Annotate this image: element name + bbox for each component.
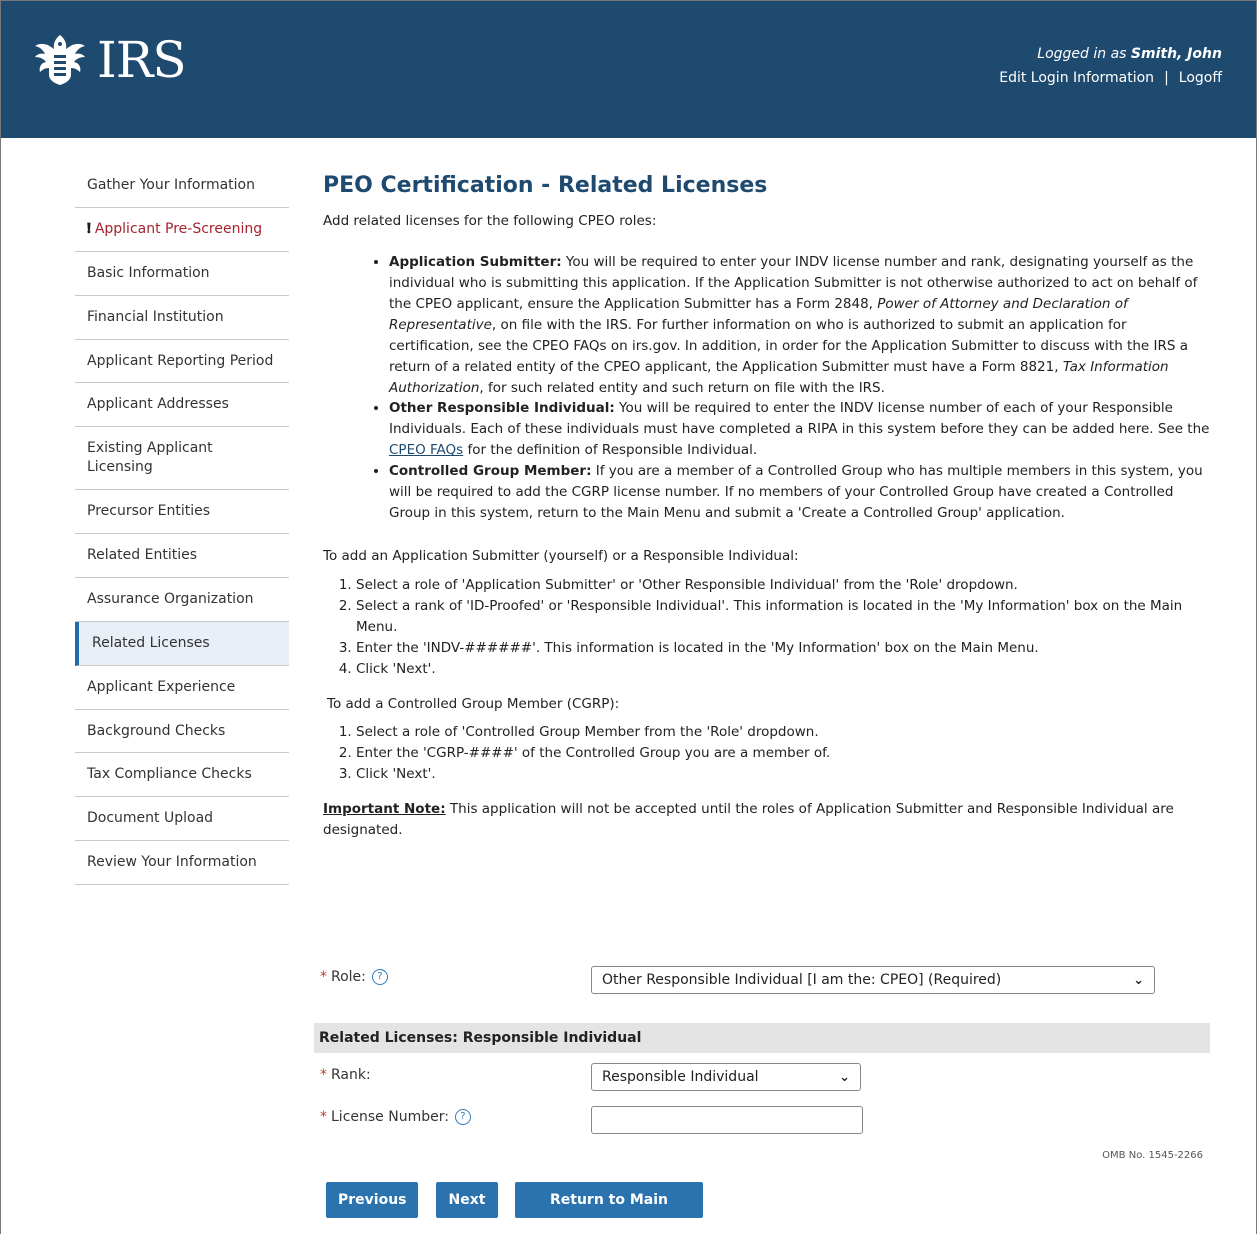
next-button[interactable]: Next <box>436 1182 498 1218</box>
step-item: Enter the 'CGRP-####' of the Controlled … <box>356 743 1213 764</box>
step-item: Click 'Next'. <box>356 659 1213 680</box>
note-text: This application will not be accepted un… <box>323 801 1174 839</box>
rank-select[interactable]: Responsible Individual ⌄ <box>591 1063 861 1091</box>
step-item: Select a rank of 'ID-Proofed' or 'Respon… <box>356 596 1213 638</box>
cpeo-faqs-link[interactable]: CPEO FAQs <box>389 442 463 458</box>
related-licenses-section-header: Related Licenses: Responsible Individual <box>314 1023 1210 1053</box>
sidebar-item-applicant-addresses[interactable]: Applicant Addresses <box>75 383 289 428</box>
role-text: for the definition of Responsible Indivi… <box>463 442 758 459</box>
page-frame: IRS Logged in as Smith, John Edit Login … <box>0 0 1257 1234</box>
irs-logo[interactable]: IRS <box>31 31 187 89</box>
roles-list: Application Submitter: You will be requi… <box>323 252 1213 524</box>
logo-text: IRS <box>97 31 187 89</box>
logged-in-line: Logged in as Smith, John <box>999 46 1222 62</box>
sidebar-item-related-entities[interactable]: Related Entities <box>75 534 289 578</box>
sidebar-item-assurance-organization[interactable]: Assurance Organization <box>75 578 289 622</box>
rank-field-label: * Rank: <box>320 1067 371 1083</box>
step-item: Select a role of 'Application Submitter'… <box>356 575 1213 596</box>
role-text: , for such related entity and such retur… <box>479 379 885 396</box>
sidebar-item-label: Related Licenses <box>92 634 210 651</box>
license-number-field-label: * License Number:? <box>320 1109 471 1125</box>
license-number-input[interactable] <box>591 1106 863 1134</box>
chevron-down-icon: ⌄ <box>1133 972 1144 988</box>
role-application-submitter: Application Submitter: You will be requi… <box>389 252 1213 398</box>
site-header: IRS Logged in as Smith, John Edit Login … <box>1 1 1256 138</box>
sidebar-item-label: Tax Compliance Checks <box>87 766 252 783</box>
sidebar-item-label: Precursor Entities <box>87 503 211 520</box>
intro-text: Add related licenses for the following C… <box>323 213 657 230</box>
sidebar-item-label: Basic Information <box>87 264 210 281</box>
rank-select-value: Responsible Individual <box>602 1069 759 1085</box>
required-marker: * <box>320 1067 327 1083</box>
role-select-value: Other Responsible Individual [I am the: … <box>602 972 1002 988</box>
sidebar-item-applicant-reporting-period[interactable]: Applicant Reporting Period <box>75 340 289 384</box>
role-label: Role: <box>331 969 366 985</box>
step-item: Select a role of 'Controlled Group Membe… <box>356 722 1213 743</box>
sidebar-item-label: Review Your Information <box>87 854 257 871</box>
add-cgm-heading: To add a Controlled Group Member (CGRP): <box>327 695 620 712</box>
sidebar-item-applicant-pre-screening[interactable]: ❗︎ Applicant Pre-Screening <box>75 208 289 252</box>
role-select[interactable]: Other Responsible Individual [I am the: … <box>591 966 1155 994</box>
rank-label: Rank: <box>331 1067 371 1083</box>
required-marker: * <box>320 969 327 985</box>
omb-number: OMB No. 1545-2266 <box>1102 1150 1203 1161</box>
sidebar-item-label: Related Entities <box>87 547 198 564</box>
logged-in-name: Smith, John <box>1130 46 1222 62</box>
sidebar-item-label: Document Upload <box>87 810 214 827</box>
role-label: Controlled Group Member: <box>389 463 592 480</box>
license-number-label: License Number: <box>331 1109 449 1125</box>
main-content: PEO Certification - Related Licenses Add… <box>323 169 1213 841</box>
sidebar-nav: Gather Your Information ❗︎ Applicant Pre-… <box>75 164 289 886</box>
sidebar-item-tax-compliance-checks[interactable]: Tax Compliance Checks <box>75 753 289 798</box>
sidebar-item-background-checks[interactable]: Background Checks <box>75 710 289 754</box>
add-submitter-heading: To add an Application Submitter (yoursel… <box>323 548 799 564</box>
sidebar-item-existing-applicant-licensing[interactable]: Existing Applicant Licensing <box>75 427 289 491</box>
sidebar-item-precursor-entities[interactable]: Precursor Entities <box>75 490 289 535</box>
logoff-link[interactable]: Logoff <box>1179 70 1222 86</box>
exclamation-circle-icon: ❗︎ <box>87 220 91 237</box>
sidebar-item-label: Applicant Addresses <box>87 396 229 413</box>
cgm-steps-list: Select a role of 'Controlled Group Membe… <box>323 722 1213 785</box>
eagle-icon <box>35 35 85 85</box>
edit-login-link[interactable]: Edit Login Information <box>999 70 1154 86</box>
logged-in-prefix: Logged in as <box>1037 46 1131 62</box>
sidebar-item-review-your-information[interactable]: Review Your Information <box>75 841 289 886</box>
sidebar-item-basic-information[interactable]: Basic Information <box>75 252 289 296</box>
sidebar-item-document-upload[interactable]: Document Upload <box>75 797 289 842</box>
sidebar-item-label: Existing Applicant Licensing <box>87 440 213 476</box>
step-item: Click 'Next'. <box>356 764 1213 785</box>
sidebar-item-financial-institution[interactable]: Financial Institution <box>75 296 289 340</box>
sidebar-item-related-licenses[interactable]: Related Licenses <box>75 621 289 666</box>
account-links: Edit Login Information | Logoff <box>999 70 1222 86</box>
sidebar-item-label: Financial Institution <box>87 308 224 325</box>
page-title: PEO Certification - Related Licenses <box>323 173 768 198</box>
help-icon[interactable]: ? <box>371 969 388 985</box>
user-info: Logged in as Smith, John Edit Login Info… <box>999 46 1222 86</box>
return-main-menu-button[interactable]: Return to Main Menu <box>515 1182 703 1234</box>
important-note: Important Note: This application will no… <box>323 799 1213 841</box>
sidebar-item-label: Gather Your Information <box>87 177 255 193</box>
help-icon[interactable]: ? <box>454 1109 471 1125</box>
chevron-down-icon: ⌄ <box>839 1069 850 1085</box>
sidebar-item-label: Applicant Pre-Screening <box>94 220 263 237</box>
role-label: Application Submitter: <box>389 254 562 271</box>
sidebar-item-label: Applicant Experience <box>87 678 236 695</box>
submitter-steps-list: Select a role of 'Application Submitter'… <box>323 575 1213 680</box>
role-field-label: * Role:? <box>320 969 388 985</box>
required-marker: * <box>320 1109 327 1125</box>
role-controlled-group-member: Controlled Group Member: If you are a me… <box>389 461 1213 524</box>
role-label: Other Responsible Individual: <box>389 400 615 417</box>
role-other-responsible-individual: Other Responsible Individual: You will b… <box>389 398 1213 461</box>
sidebar-item-label: Assurance Organization <box>87 590 254 607</box>
sidebar-item-label: Background Checks <box>87 722 226 739</box>
sidebar-item-gather-your-information[interactable]: Gather Your Information <box>75 164 289 208</box>
link-separator: | <box>1164 70 1169 86</box>
previous-button[interactable]: Previous <box>326 1182 418 1218</box>
step-item: Enter the 'INDV-######'. This informatio… <box>356 638 1213 659</box>
sidebar-item-label: Applicant Reporting Period <box>87 352 274 369</box>
sidebar-item-applicant-experience[interactable]: Applicant Experience <box>75 666 289 710</box>
note-label: Important Note: <box>323 801 446 818</box>
